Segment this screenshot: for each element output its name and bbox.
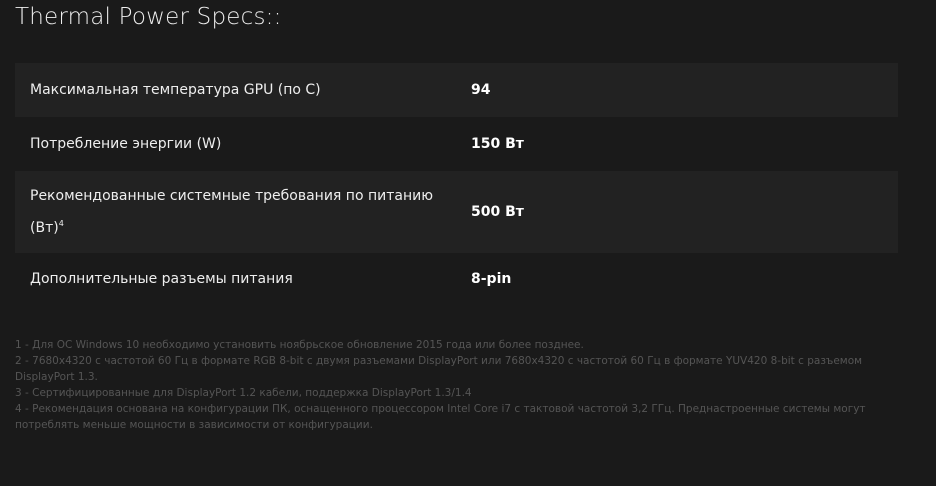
spec-value: 94 — [471, 82, 491, 98]
specs-table: Максимальная температура GPU (по C) 94 П… — [15, 63, 898, 305]
footnote-2: 2 - 7680x4320 с частотой 60 Гц в формате… — [15, 355, 863, 383]
footnote-3: 3 - Сертифицированные для DisplayPort 1.… — [15, 387, 472, 399]
spec-row-power-connectors: Дополнительные разъемы питания 8-pin — [15, 253, 898, 305]
spec-value: 500 Вт — [471, 204, 524, 220]
spec-row-recommended-psu: Рекомендованные системные требования по … — [15, 171, 898, 253]
spec-row-gpu-temp: Максимальная температура GPU (по C) 94 — [15, 63, 898, 117]
spec-row-power-consumption: Потребление энергии (W) 150 Вт — [15, 117, 898, 171]
footnotes: 1 - Для ОС Windows 10 необходимо установ… — [15, 337, 905, 433]
footnote-1: 1 - Для ОС Windows 10 необходимо установ… — [15, 339, 584, 351]
spec-value: 8-pin — [471, 271, 512, 287]
footnote-reference: 4 — [58, 219, 64, 228]
spec-label-wrapper: Рекомендованные системные требования по … — [15, 182, 456, 242]
spec-value: 150 Вт — [471, 136, 524, 152]
footnote-4: 4 - Рекомендация основана на конфигураци… — [15, 403, 866, 431]
spec-label: Максимальная температура GPU (по C) — [30, 82, 321, 98]
page-title: Thermal Power Specs:: — [15, 4, 282, 30]
spec-label: Потребление энергии (W) — [30, 136, 222, 152]
spec-label: Дополнительные разъемы питания — [30, 271, 293, 287]
spec-label: Рекомендованные системные требования по … — [30, 188, 433, 236]
